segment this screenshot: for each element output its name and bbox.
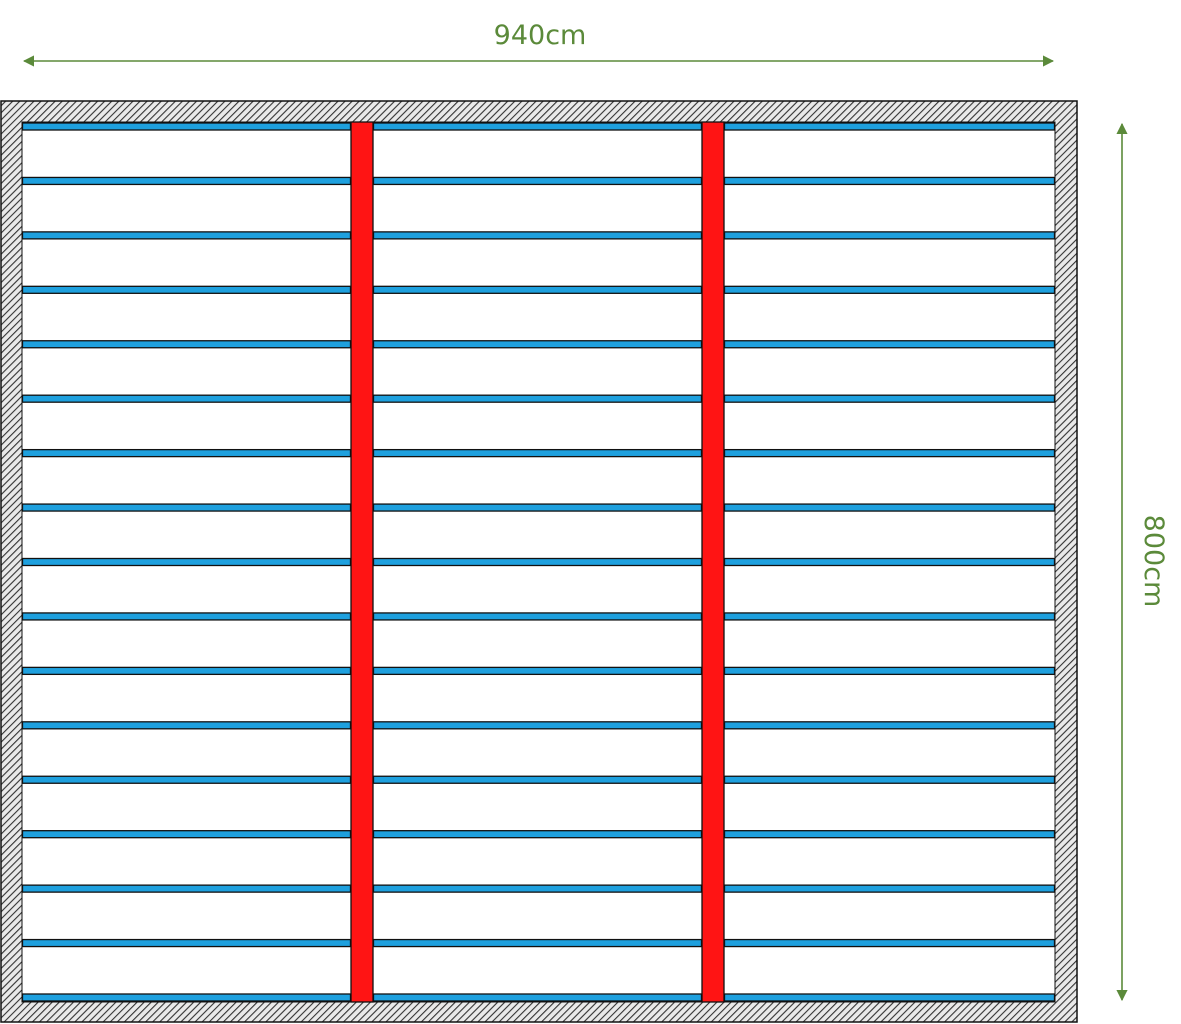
joist (21, 122, 352, 131)
joist (723, 231, 1056, 240)
beam (350, 121, 374, 1003)
joist (21, 612, 352, 621)
joist (372, 830, 703, 839)
width-dimension: 940cm (22, 20, 1055, 67)
floor-plan-svg: 940cm 800cm (0, 20, 1169, 1023)
joist (372, 394, 703, 403)
floor-plan-diagram: 940cm 800cm (0, 0, 1181, 1024)
joist (372, 938, 703, 948)
joist (723, 285, 1056, 294)
joist (21, 938, 352, 948)
joist (723, 666, 1056, 676)
joist (21, 721, 352, 730)
joist (372, 448, 703, 458)
height-dimension: 800cm (1116, 122, 1169, 1002)
joist (21, 340, 352, 349)
joist (723, 394, 1056, 403)
joist (723, 775, 1056, 784)
joist (21, 830, 352, 839)
joist (723, 612, 1056, 621)
joist (723, 176, 1056, 186)
joist (723, 938, 1056, 948)
joist (372, 231, 703, 240)
joist (21, 176, 352, 186)
joist (723, 340, 1056, 349)
joist (21, 231, 352, 240)
joist (372, 721, 703, 730)
joist (21, 285, 352, 294)
joist (372, 176, 703, 186)
joist (21, 448, 352, 458)
beam (701, 121, 725, 1003)
width-label: 940cm (494, 20, 587, 51)
height-label: 800cm (1138, 515, 1169, 608)
joist (723, 830, 1056, 839)
joist (372, 666, 703, 676)
joist (723, 122, 1056, 131)
joist (723, 884, 1056, 893)
joist (372, 340, 703, 349)
joist (21, 775, 352, 784)
joist (372, 285, 703, 294)
joist (21, 557, 352, 567)
joist (372, 557, 703, 567)
joist (21, 666, 352, 676)
joist (372, 775, 703, 784)
joist (723, 503, 1056, 512)
joist (21, 884, 352, 893)
joist (21, 993, 352, 1002)
joist (372, 503, 703, 512)
joist (372, 612, 703, 621)
joist (372, 993, 703, 1002)
joist (372, 122, 703, 131)
joist (21, 503, 352, 512)
joist (372, 884, 703, 893)
joist (21, 394, 352, 403)
joist (723, 557, 1056, 567)
joist (723, 448, 1056, 458)
joist (723, 721, 1056, 730)
joist (723, 993, 1056, 1002)
